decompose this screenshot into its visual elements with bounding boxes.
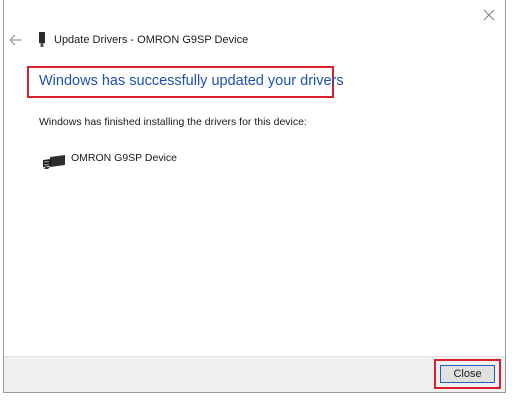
dialog-footer: Close xyxy=(4,356,505,392)
usb-device-icon xyxy=(39,32,45,47)
success-headline: Windows has successfully updated your dr… xyxy=(39,73,344,89)
device-name: OMRON G9SP Device xyxy=(71,152,177,164)
close-icon[interactable] xyxy=(482,8,496,22)
install-status-text: Windows has finished installing the driv… xyxy=(39,116,307,128)
back-arrow-icon[interactable] xyxy=(9,34,23,46)
update-drivers-dialog: Update Drivers - OMRON G9SP Device Windo… xyxy=(3,0,506,393)
window-top-edge xyxy=(4,0,505,4)
usb-cable-icon xyxy=(43,155,65,169)
window-title: Update Drivers - OMRON G9SP Device xyxy=(54,34,249,46)
close-button[interactable]: Close xyxy=(440,365,495,383)
